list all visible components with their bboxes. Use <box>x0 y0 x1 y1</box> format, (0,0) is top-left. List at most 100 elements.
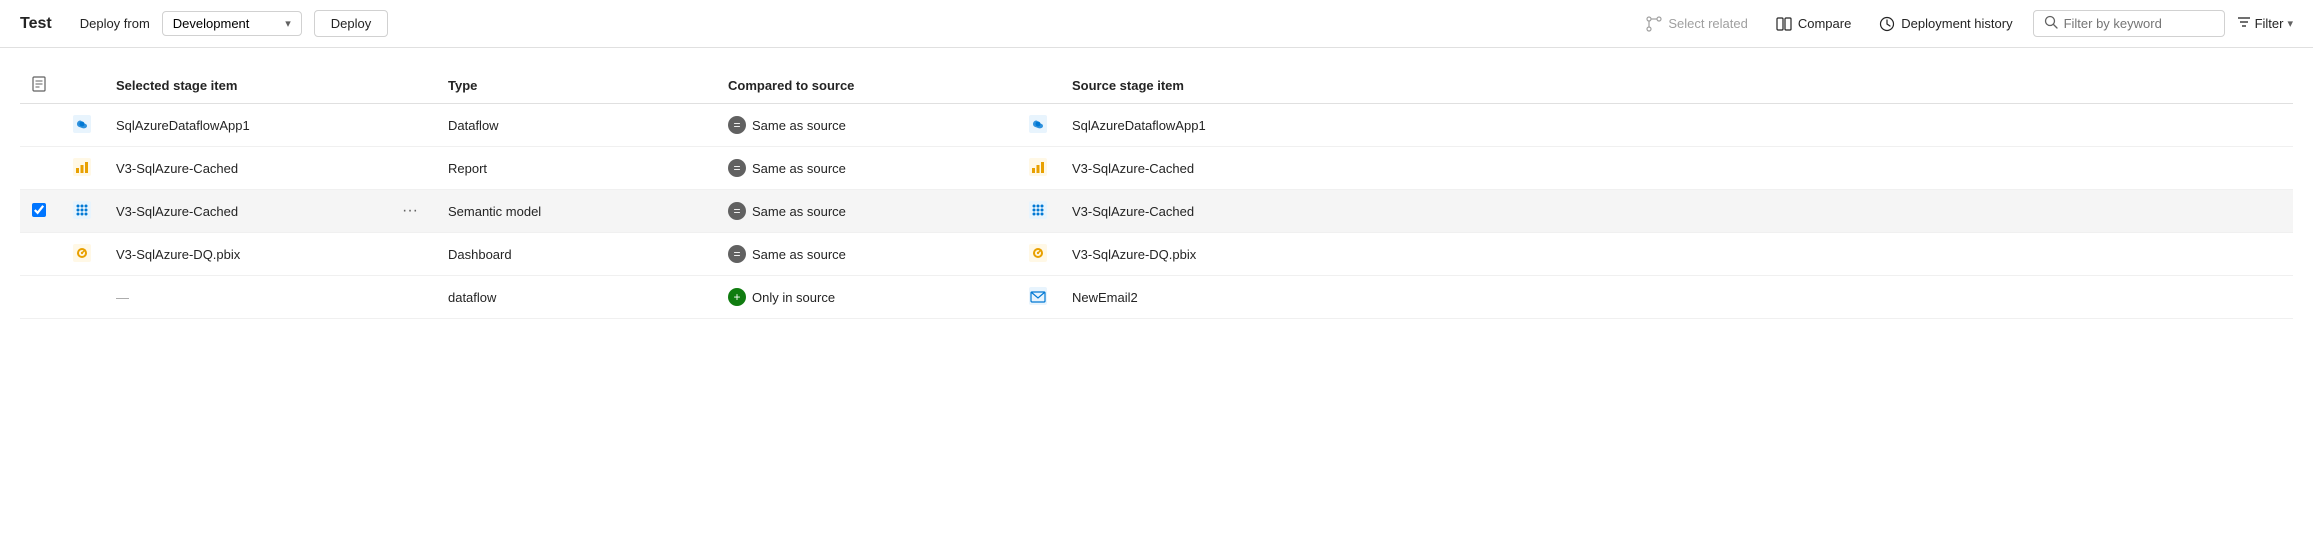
item-icon-semantic <box>72 200 92 220</box>
table-row: — dataflow + Only in source NewEmail2 <box>20 276 2293 319</box>
table-row: V3-SqlAzure-Cached Report = Same as sour… <box>20 147 2293 190</box>
source-item-icon-semantic <box>1028 200 1048 220</box>
row-source-icon-cell <box>1016 276 1060 319</box>
deployment-history-label: Deployment history <box>1901 16 2012 31</box>
row-type: Dataflow <box>436 104 716 147</box>
row-source-icon-cell <box>1016 147 1060 190</box>
deploy-from-value: Development <box>173 16 250 31</box>
status-label: Only in source <box>752 290 835 305</box>
row-item-icon-cell <box>60 104 104 147</box>
toolbar: Test Deploy from Development ▾ Deploy Se… <box>0 0 2313 48</box>
row-more-cell <box>384 276 436 319</box>
search-icon <box>2044 15 2058 32</box>
source-item-icon-email <box>1028 286 1048 306</box>
status-same-icon: = <box>728 116 746 134</box>
status-badge: = Same as source <box>728 245 846 263</box>
chevron-down-icon: ▾ <box>285 17 291 30</box>
file-icon <box>32 80 46 95</box>
row-type: Semantic model <box>436 190 716 233</box>
row-item-name: — <box>104 276 384 319</box>
row-source-icon-cell <box>1016 233 1060 276</box>
th-more-spacer <box>384 68 436 104</box>
row-item-name: SqlAzureDataflowApp1 <box>104 104 384 147</box>
row-source-name: NewEmail2 <box>1060 276 2293 319</box>
th-source-stage-item: Source stage item <box>1060 68 2293 104</box>
status-same-icon: = <box>728 159 746 177</box>
history-icon <box>1879 16 1895 32</box>
row-type: dataflow <box>436 276 716 319</box>
status-only-source-icon: + <box>728 288 746 306</box>
th-source-icon-spacer <box>1016 68 1060 104</box>
filter-button[interactable]: Filter ▾ <box>2237 15 2293 32</box>
row-item-icon-cell <box>60 233 104 276</box>
compare-action[interactable]: Compare <box>1768 12 1859 36</box>
row-more-cell <box>384 233 436 276</box>
row-more-cell: ··· <box>384 190 436 233</box>
app-title: Test <box>20 15 52 33</box>
th-icon-spacer <box>60 68 104 104</box>
source-item-icon-dashboard <box>1028 243 1048 263</box>
table-header-row: Selected stage item Type Compared to sou… <box>20 68 2293 104</box>
row-more-cell <box>384 147 436 190</box>
row-source-icon-cell <box>1016 190 1060 233</box>
table-body: SqlAzureDataflowApp1 Dataflow = Same as … <box>20 104 2293 319</box>
status-label: Same as source <box>752 247 846 262</box>
th-type: Type <box>436 68 716 104</box>
row-compared-status: = Same as source <box>716 147 1016 190</box>
items-table: Selected stage item Type Compared to sou… <box>20 68 2293 319</box>
row-checkbox-cell <box>20 190 60 233</box>
status-badge: = Same as source <box>728 116 846 134</box>
table-row: SqlAzureDataflowApp1 Dataflow = Same as … <box>20 104 2293 147</box>
row-source-icon-cell <box>1016 104 1060 147</box>
deploy-from-label: Deploy from <box>80 16 150 31</box>
th-checkbox <box>20 68 60 104</box>
search-input[interactable] <box>2064 16 2214 31</box>
row-checkbox-cell <box>20 233 60 276</box>
table-row: V3-SqlAzure-Cached ··· Semantic model = … <box>20 190 2293 233</box>
row-checkbox[interactable] <box>32 203 46 217</box>
status-label: Same as source <box>752 204 846 219</box>
row-item-icon-cell <box>60 276 104 319</box>
status-badge: = Same as source <box>728 202 846 220</box>
select-related-label: Select related <box>1668 16 1748 31</box>
status-label: Same as source <box>752 161 846 176</box>
row-compared-status: = Same as source <box>716 233 1016 276</box>
filter-label: Filter <box>2255 16 2284 31</box>
row-type: Dashboard <box>436 233 716 276</box>
item-icon-dataflow <box>72 114 92 134</box>
row-item-name: V3-SqlAzure-DQ.pbix <box>104 233 384 276</box>
row-type: Report <box>436 147 716 190</box>
search-box[interactable] <box>2033 10 2225 37</box>
status-same-icon: = <box>728 202 746 220</box>
source-item-icon-report <box>1028 157 1048 177</box>
row-item-icon-cell <box>60 190 104 233</box>
compare-label: Compare <box>1798 16 1851 31</box>
status-same-icon: = <box>728 245 746 263</box>
th-compared: Compared to source <box>716 68 1016 104</box>
compare-icon <box>1776 16 1792 32</box>
status-badge: = Same as source <box>728 159 846 177</box>
row-compared-status: = Same as source <box>716 190 1016 233</box>
select-related-action[interactable]: Select related <box>1638 12 1756 36</box>
row-source-name: SqlAzureDataflowApp1 <box>1060 104 2293 147</box>
filter-chevron-icon: ▾ <box>2287 17 2293 30</box>
row-compared-status: = Same as source <box>716 104 1016 147</box>
table-row: V3-SqlAzure-DQ.pbix Dashboard = Same as … <box>20 233 2293 276</box>
name-dash: — <box>116 290 129 305</box>
status-badge: + Only in source <box>728 288 835 306</box>
item-icon-dashboard <box>72 243 92 263</box>
select-related-icon <box>1646 16 1662 32</box>
item-icon-report <box>72 157 92 177</box>
deployment-history-action[interactable]: Deployment history <box>1871 12 2020 36</box>
row-checkbox-cell <box>20 276 60 319</box>
more-button[interactable]: ··· <box>396 200 424 222</box>
source-item-icon-dataflow <box>1028 114 1048 134</box>
row-item-name: V3-SqlAzure-Cached <box>104 190 384 233</box>
deploy-from-dropdown[interactable]: Development ▾ <box>162 11 302 36</box>
th-selected-stage-item: Selected stage item <box>104 68 384 104</box>
row-source-name: V3-SqlAzure-DQ.pbix <box>1060 233 2293 276</box>
row-item-name: V3-SqlAzure-Cached <box>104 147 384 190</box>
row-source-name: V3-SqlAzure-Cached <box>1060 190 2293 233</box>
row-more-cell <box>384 104 436 147</box>
deploy-button[interactable]: Deploy <box>314 10 388 37</box>
